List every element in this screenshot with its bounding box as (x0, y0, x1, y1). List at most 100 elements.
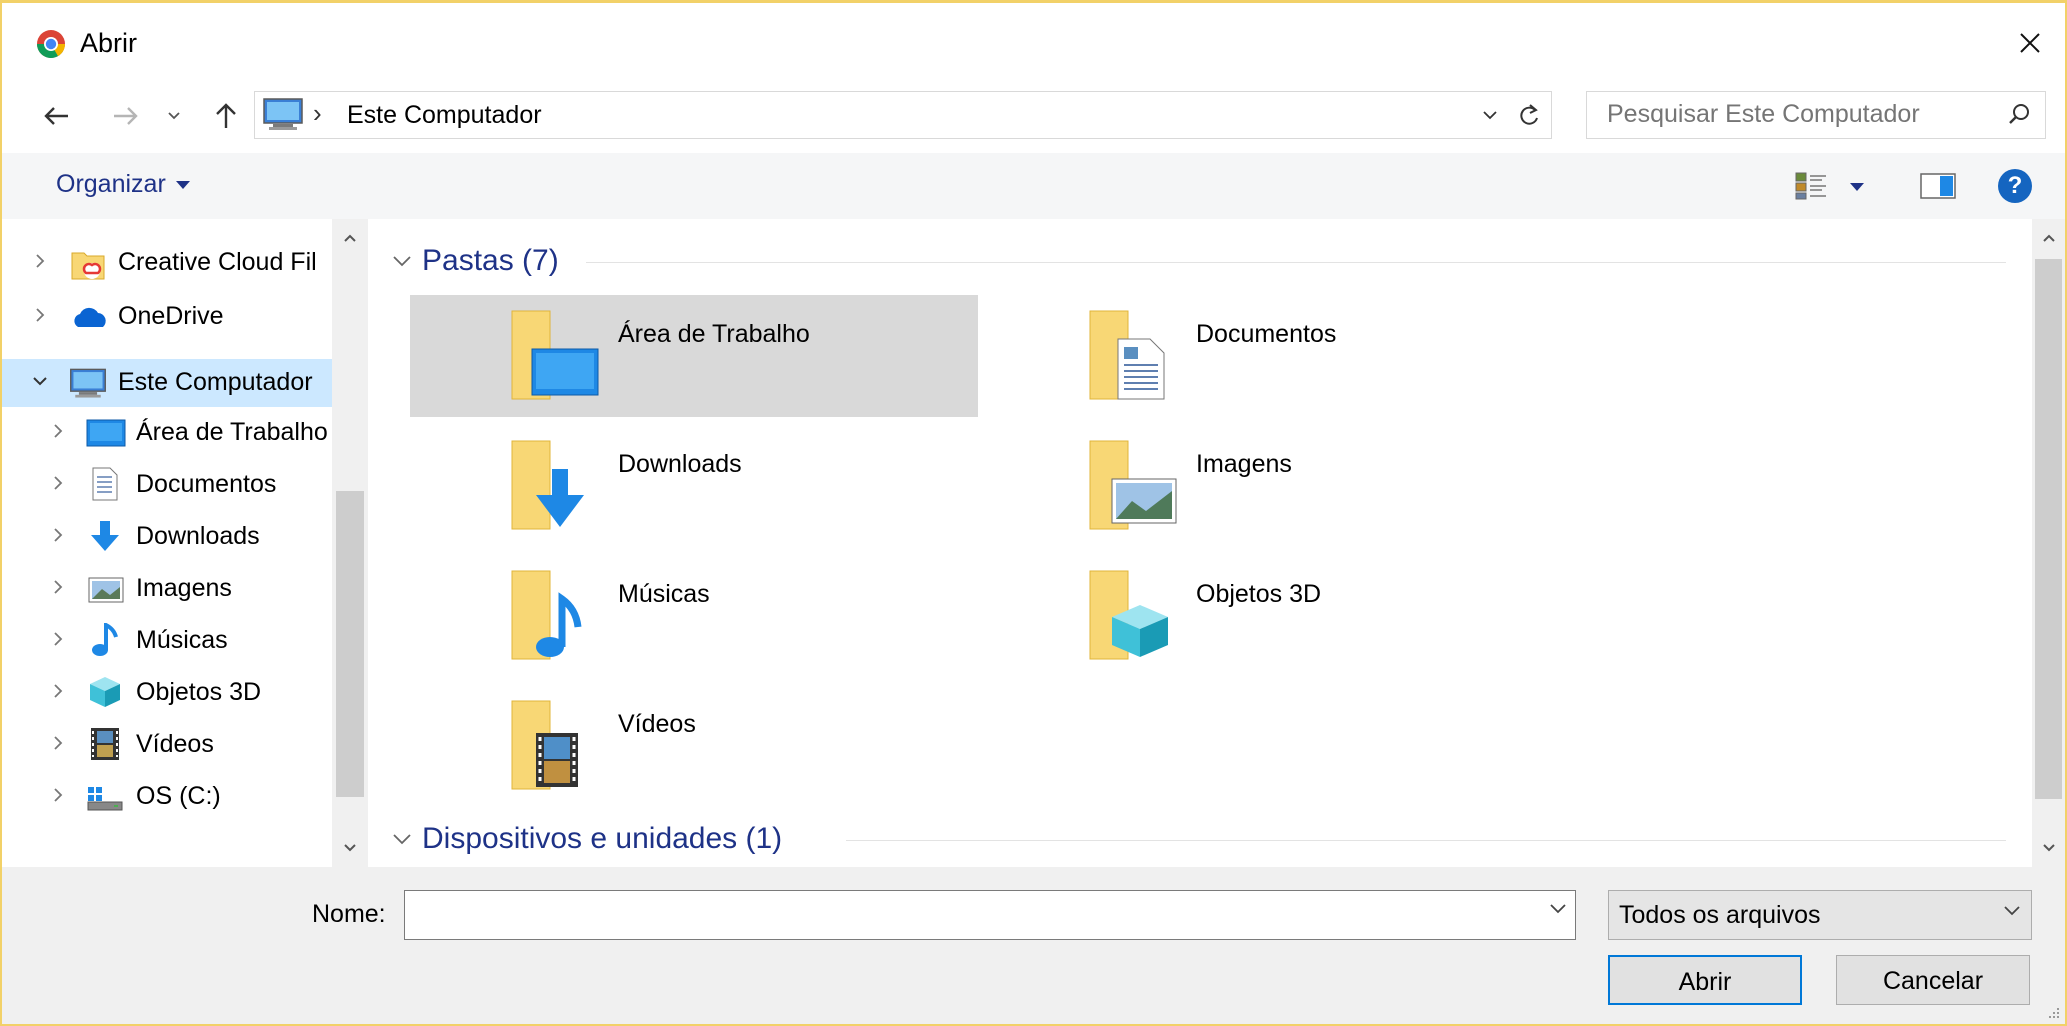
chevron-right-icon[interactable] (48, 473, 68, 493)
sidebar-item-os-c[interactable]: OS (C:) (2, 773, 332, 821)
back-button[interactable] (36, 93, 76, 139)
arrow-left-icon (44, 107, 68, 125)
sidebar-item-downloads[interactable]: Downloads (2, 513, 332, 561)
chevron-right-icon[interactable] (30, 305, 50, 325)
group-header-dispositivos[interactable]: Dispositivos e unidades (1) (392, 819, 782, 859)
search-icon[interactable] (2007, 102, 2031, 126)
address-bar[interactable]: › Este Computador (254, 91, 1552, 139)
scroll-down-icon[interactable] (332, 833, 368, 863)
3d-objects-folder-icon (1088, 569, 1178, 661)
cancel-button[interactable]: Cancelar (1836, 955, 2030, 1005)
open-button[interactable]: Abrir (1608, 955, 1802, 1005)
folder-tile-videos[interactable]: Vídeos (410, 685, 978, 807)
window-title: Abrir (80, 28, 138, 58)
scroll-up-icon[interactable] (2032, 223, 2065, 253)
caret-down-icon (175, 181, 190, 190)
search-box[interactable] (1586, 91, 2046, 139)
arrow-up-icon (216, 103, 236, 128)
chevron-right-icon[interactable] (48, 525, 68, 545)
breadcrumb-separator: › (313, 98, 322, 128)
sidebar-item-label: Este Computador (118, 368, 313, 396)
sidebar-item-onedrive[interactable]: OneDrive (2, 293, 332, 341)
group-divider (586, 262, 2006, 263)
content-pane: Pastas (7) Área de Trabalho Documentos D… (368, 219, 2032, 867)
close-button[interactable] (1995, 3, 2065, 83)
dialog-footer: Nome: Todos os arquivos Abrir Cancelar (2, 867, 2065, 1024)
view-options-icon[interactable] (1794, 171, 1828, 201)
chevron-right-icon[interactable] (48, 577, 68, 597)
creative-cloud-icon (70, 247, 106, 281)
group-header-pastas[interactable]: Pastas (7) (392, 241, 559, 281)
sidebar-item-musicas[interactable]: Músicas (2, 617, 332, 665)
preview-pane-icon[interactable] (1920, 173, 1956, 199)
forward-button[interactable] (106, 93, 146, 139)
sidebar-item-area-de-trabalho[interactable]: Área de Trabalho (2, 409, 332, 457)
group-divider (846, 840, 2006, 841)
folder-tile-label: Documentos (1196, 320, 1337, 348)
sidebar-item-objetos-3d[interactable]: Objetos 3D (2, 669, 332, 717)
music-folder-icon (510, 569, 600, 661)
sidebar-item-videos[interactable]: Vídeos (2, 721, 332, 769)
sidebar-item-imagens[interactable]: Imagens (2, 565, 332, 613)
chevron-down-icon[interactable] (1549, 903, 1567, 915)
sidebar-item-label: Vídeos (136, 730, 214, 758)
music-icon (90, 623, 120, 657)
sidebar-item-este-computador[interactable]: Este Computador (2, 359, 332, 407)
desktop-folder-icon (510, 309, 600, 401)
chevron-down-icon (2003, 905, 2021, 917)
computer-icon (68, 367, 108, 399)
chevron-right-icon[interactable] (48, 681, 68, 701)
folder-tile-imagens[interactable]: Imagens (988, 425, 1556, 547)
help-button[interactable]: ? (1998, 169, 2032, 203)
content-pane-scrollbar[interactable] (2032, 219, 2065, 867)
chevron-down-icon (393, 256, 411, 267)
videos-folder-icon (510, 699, 600, 791)
view-dropdown-icon[interactable] (1850, 183, 1864, 191)
chevron-right-icon[interactable] (48, 733, 68, 753)
sidebar-item-label: Objetos 3D (136, 678, 262, 706)
scroll-up-icon[interactable] (332, 223, 368, 253)
scroll-down-icon[interactable] (2032, 833, 2065, 863)
navigation-pane: Creative Cloud Fil OneDrive Este Computa… (2, 219, 332, 867)
downloads-icon (88, 519, 122, 553)
file-name-combobox[interactable] (404, 890, 1576, 940)
address-history-button[interactable] (1473, 92, 1507, 138)
up-button[interactable] (206, 93, 246, 139)
folder-tile-label: Imagens (1196, 450, 1292, 478)
search-input[interactable] (1587, 92, 1987, 136)
resize-grip-icon[interactable] (2045, 1004, 2061, 1020)
sidebar-item-documentos[interactable]: Documentos (2, 461, 332, 509)
desktop-icon (86, 419, 126, 447)
folder-tile-documentos[interactable]: Documentos (988, 295, 1556, 417)
folder-tile-label: Downloads (618, 450, 742, 478)
command-bar: Organizar ? (2, 153, 2065, 219)
folder-tile-label: Objetos 3D (1196, 580, 1322, 608)
chevron-right-icon[interactable] (48, 629, 68, 649)
scrollbar-thumb[interactable] (2035, 259, 2062, 799)
file-name-input[interactable] (405, 891, 1525, 937)
scrollbar-thumb[interactable] (336, 491, 364, 797)
organize-button[interactable]: Organizar (56, 167, 190, 201)
folder-tile-label: Vídeos (618, 710, 696, 738)
chevron-down-icon (393, 834, 411, 845)
refresh-button[interactable] (1511, 92, 1547, 138)
breadcrumb-location[interactable]: Este Computador (347, 98, 542, 132)
folder-tile-objetos-3d[interactable]: Objetos 3D (988, 555, 1556, 677)
sidebar-item-label: OneDrive (118, 302, 224, 330)
chevron-right-icon[interactable] (30, 251, 50, 271)
chrome-icon (36, 29, 66, 59)
refresh-icon (1520, 104, 1538, 125)
sidebar-item-creative-cloud[interactable]: Creative Cloud Fil (2, 239, 332, 287)
folder-tile-downloads[interactable]: Downloads (410, 425, 978, 547)
chevron-down-icon (1483, 111, 1497, 120)
folder-tile-musicas[interactable]: Músicas (410, 555, 978, 677)
folder-tile-area-de-trabalho[interactable]: Área de Trabalho (410, 295, 978, 417)
navigation-pane-scrollbar[interactable] (332, 219, 368, 867)
chevron-right-icon[interactable] (48, 785, 68, 805)
close-icon (2020, 33, 2040, 53)
file-type-select[interactable]: Todos os arquivos (1608, 890, 2032, 940)
recent-locations-button[interactable] (160, 93, 188, 139)
3d-objects-icon (88, 675, 122, 709)
chevron-right-icon[interactable] (48, 421, 68, 441)
chevron-down-icon[interactable] (30, 371, 50, 391)
